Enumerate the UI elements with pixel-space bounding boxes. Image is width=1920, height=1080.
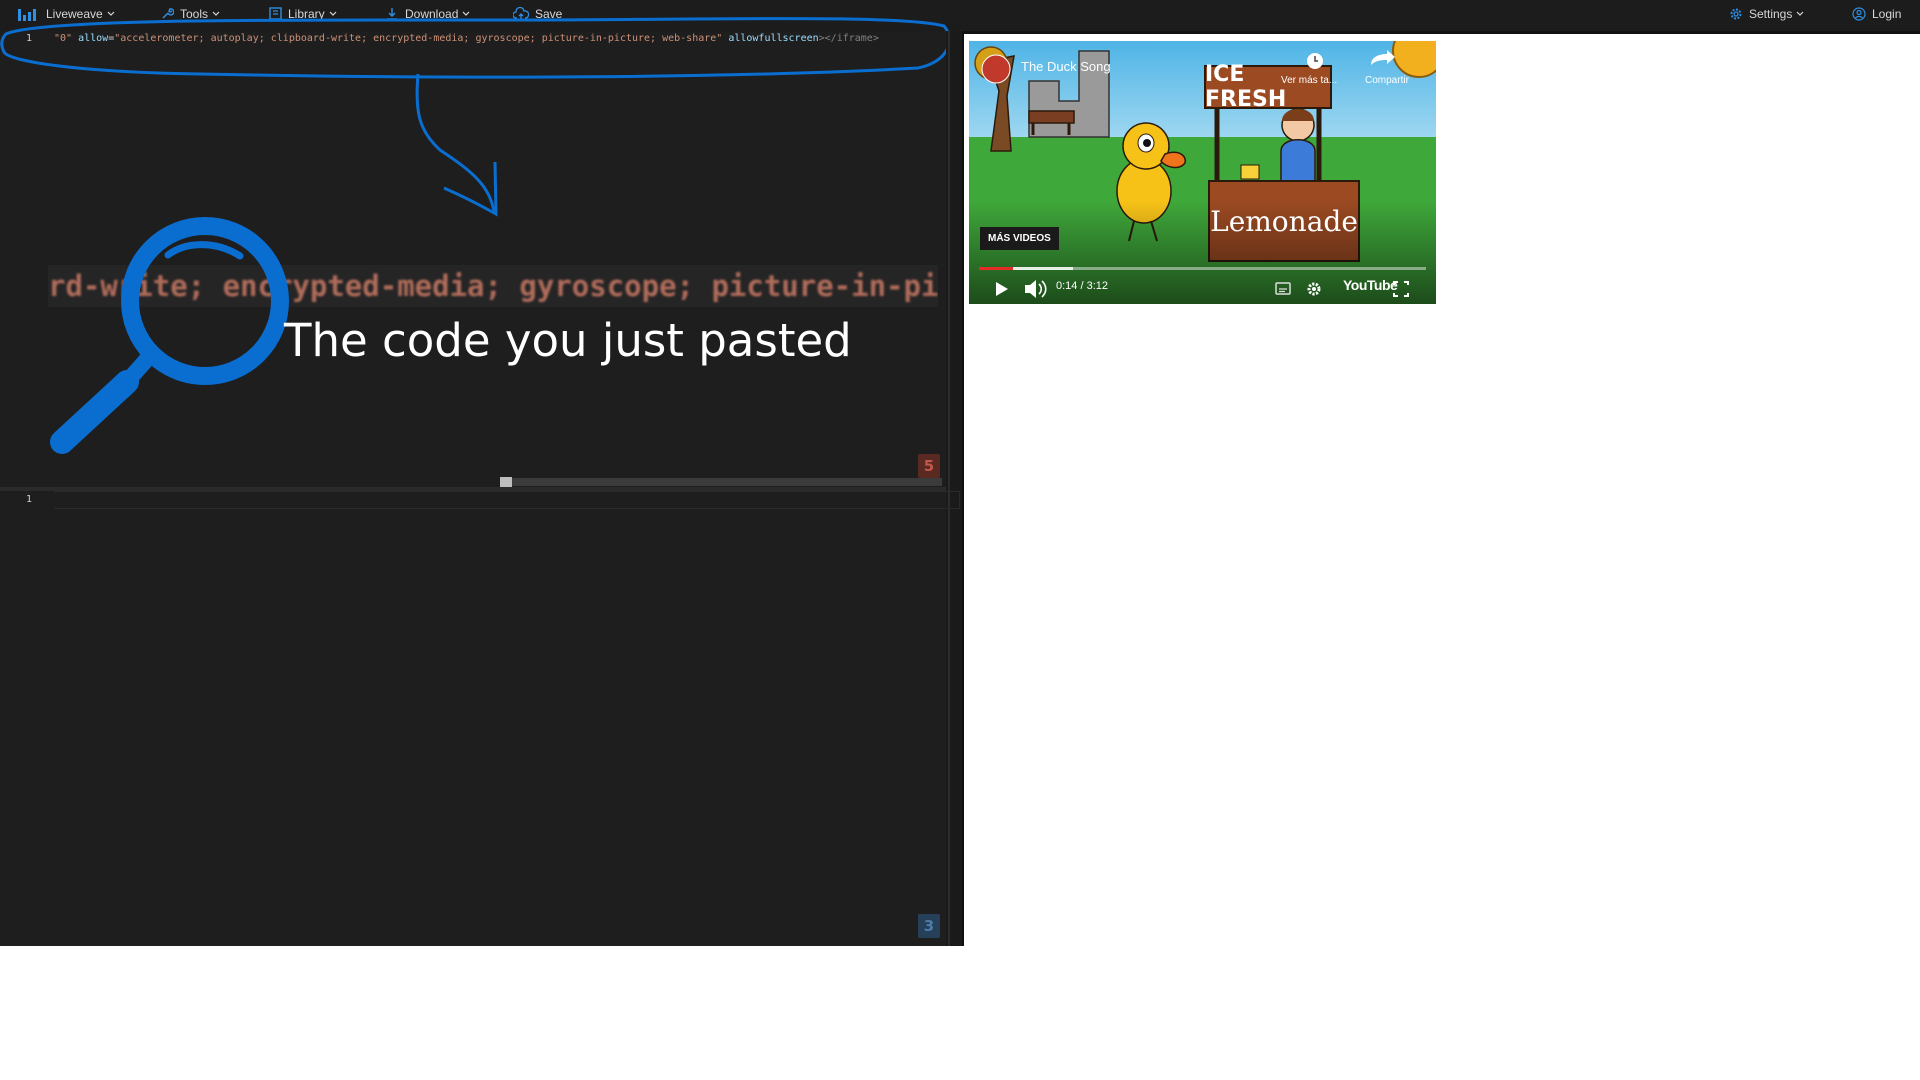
arrow-head [443,161,498,217]
highlight-loop [0,17,951,79]
scrollbar-thumb[interactable] [500,477,512,487]
login-button[interactable]: Login [1852,0,1901,28]
gear-icon [1307,282,1321,296]
html5-icon: 5 [918,454,940,478]
user-circle-icon [1852,7,1866,21]
line-number: 1 [25,494,32,505]
gear-icon [1730,8,1742,20]
sign-ice-fresh: ICE FRESH [1205,62,1287,112]
sign-lemonade: Lemonade [1210,204,1358,238]
css3-icon: 3 [918,914,940,938]
progress-played [979,267,1013,270]
youtube-video-player[interactable]: ICE FRESH Lemonade The Duck Song Ver más… [969,41,1436,304]
more-videos-button[interactable]: MÁS VIDEOS [980,227,1059,250]
login-label: Login [1872,7,1902,21]
magnifying-glass-icon [50,217,289,454]
youtube-logo[interactable]: YouTube [1343,277,1398,293]
preview-top-divider [956,31,1920,34]
annotation-caption: The code you just pasted [284,314,852,367]
time-display: 0:14 / 3:12 [1056,280,1108,292]
arrow-stroke [415,73,496,213]
video-title[interactable]: The Duck Song [1021,59,1111,74]
active-line-highlight [54,491,960,509]
share-label[interactable]: Compartir [1365,75,1409,86]
chevron-down-icon [1796,11,1804,16]
channel-avatar [981,54,1011,84]
preview-border [962,31,964,946]
css-editor[interactable] [0,491,946,946]
splitter-line [948,31,950,946]
horizontal-scrollbar[interactable] [500,478,942,486]
annotation-overlay [0,17,951,454]
watch-later-label[interactable]: Ver más ta... [1281,75,1337,86]
settings-label: Settings [1749,7,1793,21]
settings-menu[interactable]: Settings [1729,0,1810,28]
